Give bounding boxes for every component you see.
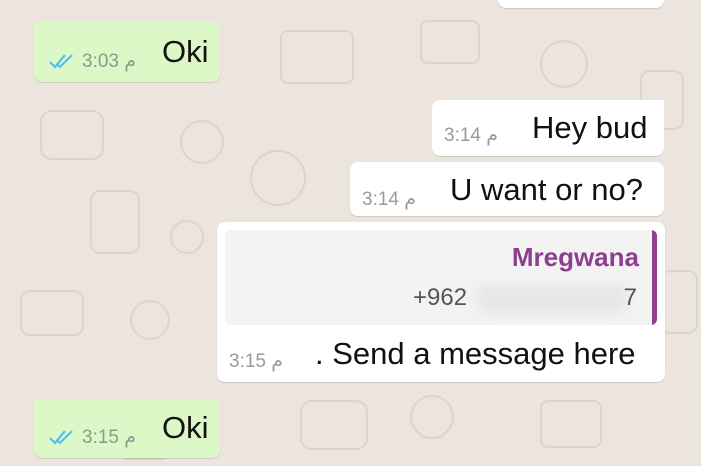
wallpaper-doodle (250, 150, 306, 206)
double-check-icon (49, 54, 73, 69)
incoming-message-bubble[interactable]: 3:14 م U want or no? (350, 162, 664, 216)
wallpaper-doodle (170, 220, 204, 254)
incoming-reply-message-bubble[interactable]: Mregwana +962 7 3:15 م . Send a message … (217, 222, 665, 382)
message-text: U want or no? (450, 172, 643, 207)
wallpaper-doodle (90, 190, 140, 254)
message-time: 3:15 م (229, 351, 284, 372)
outgoing-message-bubble[interactable]: 3:03 م Oki (34, 22, 220, 82)
wallpaper-doodle (280, 30, 354, 84)
wallpaper-doodle (540, 40, 588, 88)
wallpaper-doodle (540, 400, 602, 448)
message-text: . Send a message here (315, 336, 636, 371)
wallpaper-doodle (40, 110, 104, 160)
wallpaper-doodle (660, 270, 698, 334)
wallpaper-doodle (420, 20, 480, 64)
wallpaper-doodle (300, 400, 368, 450)
wallpaper-doodle (180, 120, 224, 164)
quoted-sender-name: Mregwana (511, 242, 639, 272)
quote-accent-bar (652, 230, 657, 325)
double-check-icon (49, 430, 73, 445)
wallpaper-doodle (410, 395, 454, 439)
message-text: Oki (162, 34, 209, 69)
message-time: 3:03 م (82, 51, 137, 72)
quoted-contact-card[interactable]: Mregwana +962 7 (225, 230, 657, 325)
quoted-phone-prefix: +962 (413, 284, 468, 311)
previous-message-bubble[interactable] (498, 0, 664, 8)
wallpaper-doodle (20, 290, 84, 336)
incoming-message-bubble[interactable]: 3:14 م Hey bud (432, 100, 664, 156)
outgoing-message-bubble[interactable]: 3:15 م Oki (34, 400, 220, 458)
message-text: Hey bud (532, 110, 648, 145)
quoted-phone-end: 7 (623, 284, 637, 311)
message-time: 3:14 م (444, 125, 499, 146)
redacted-phone-digits (477, 284, 627, 314)
message-time: 3:15 م (82, 427, 137, 448)
wallpaper-doodle (130, 300, 170, 340)
message-time: 3:14 م (362, 189, 417, 210)
message-text: Oki (162, 410, 209, 445)
